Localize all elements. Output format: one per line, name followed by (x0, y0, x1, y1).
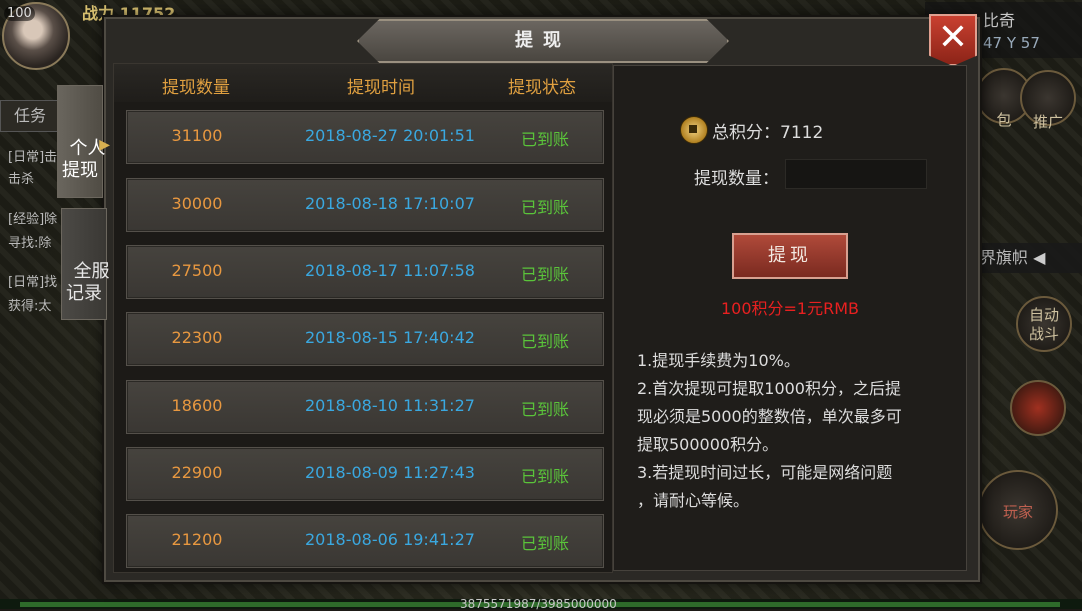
row-amount: 31100 (171, 126, 223, 145)
auto-battle-button[interactable]: 自动 战斗 (1016, 296, 1072, 352)
promo-label: 推广 (1032, 113, 1063, 131)
note-line: 现必须是5000的整数倍，单次最多可 (637, 407, 902, 426)
row-amount: 22300 (171, 328, 223, 347)
total-points: 总积分：7112 (712, 123, 824, 143)
auto-battle-label: 自动 战斗 (1028, 306, 1059, 343)
flag-label: 界旗帜 (980, 248, 1029, 267)
list-item: 21200 2018-08-06 19:41:27 已到账 (126, 514, 604, 568)
chevron-left-icon: ◀ (1033, 248, 1046, 267)
list-item: 30000 2018-08-18 17:10:07 已到账 (126, 178, 604, 232)
row-status: 已到账 (521, 534, 570, 553)
list-item: 22300 2018-08-15 17:40:42 已到账 (126, 312, 604, 366)
row-status: 已到账 (521, 130, 570, 149)
row-time: 2018-08-27 20:01:51 (305, 126, 475, 145)
task-tab[interactable]: 任务 (0, 100, 60, 132)
quest-log-line: [日常]击 (8, 150, 58, 165)
header-time: 提现时间 (347, 78, 415, 98)
note-line: 3.若提现时间过长，可能是网络问题 (637, 463, 893, 482)
map-coords: 47 Y 57 (983, 34, 1040, 52)
quest-log-line: 获得:太 (8, 299, 52, 314)
play-button[interactable]: 玩家 (978, 470, 1058, 550)
player-level: 100 (4, 6, 35, 21)
coin-icon (680, 116, 708, 144)
bag-label: 包 (996, 111, 1012, 129)
row-status: 已到账 (521, 198, 570, 217)
withdraw-history-list[interactable]: 提现数量 提现时间 提现状态 31100 2018-08-27 20:01:51… (113, 63, 613, 573)
withdraw-notes: 1.提现手续费为10%。 2.首次提现可提取1000积分，之后提 现必须是500… (637, 347, 953, 515)
map-name: 比奇 (983, 11, 1016, 30)
play-label: 玩家 (1002, 503, 1033, 521)
amount-label: 提现数量： (694, 169, 779, 189)
exchange-rate: 100积分=1元RMB (720, 299, 860, 318)
row-amount: 22900 (171, 463, 223, 482)
quest-log-line: 寻找:除 (8, 236, 52, 251)
dialog-title: 提现 (357, 19, 729, 63)
withdraw-button[interactable]: 提现 (732, 233, 848, 279)
row-time: 2018-08-09 11:27:43 (305, 463, 475, 482)
row-time: 2018-08-17 11:07:58 (305, 261, 475, 280)
header-amount: 提现数量 (162, 78, 230, 98)
tab-server-records[interactable]: 全服 记录 (61, 208, 110, 320)
close-icon: ✕ (937, 17, 969, 58)
withdraw-form-panel: 总积分：7112 提现数量： 提现 100积分=1元RMB 1.提现手续费为10… (613, 65, 967, 571)
row-amount: 21200 (171, 530, 223, 549)
row-status: 已到账 (521, 400, 570, 419)
quest-log-line: 击杀 (8, 172, 35, 187)
note-line: 2.首次提现可提取1000积分，之后提 (637, 379, 901, 398)
quest-log-line: [日常]找 (8, 275, 58, 290)
attack-skill-button[interactable] (1010, 380, 1066, 436)
row-amount: 27500 (171, 261, 223, 280)
row-status: 已到账 (521, 467, 570, 486)
caret-right-icon: ▶ (99, 137, 110, 153)
tab-personal-withdraw[interactable]: 个人 提现 ▶ (57, 85, 110, 198)
quest-log-line: [经验]除 (8, 212, 58, 227)
note-line: 提取500000积分。 (637, 435, 779, 454)
row-time: 2018-08-18 17:10:07 (305, 194, 475, 213)
row-amount: 30000 (171, 194, 223, 213)
header-status: 提现状态 (508, 78, 576, 98)
list-item: 22900 2018-08-09 11:27:43 已到账 (126, 447, 604, 501)
close-button[interactable]: ✕ (929, 14, 977, 66)
row-time: 2018-08-06 19:41:27 (305, 530, 475, 549)
world-flag-button[interactable]: 界旗帜 ◀ (970, 243, 1082, 273)
list-header: 提现数量 提现时间 提现状态 (114, 64, 612, 102)
list-item: 31100 2018-08-27 20:01:51 已到账 (126, 110, 604, 164)
tab-label: 全服 记录 (66, 261, 110, 304)
row-amount: 18600 (171, 396, 223, 415)
note-line: ，请耐心等候。 (637, 491, 750, 510)
row-status: 已到账 (521, 332, 570, 351)
list-item: 18600 2018-08-10 11:31:27 已到账 (126, 380, 604, 434)
row-time: 2018-08-15 17:40:42 (305, 328, 475, 347)
amount-input[interactable] (785, 159, 927, 189)
row-status: 已到账 (521, 265, 570, 284)
note-line: 1.提现手续费为10%。 (637, 351, 800, 370)
list-item: 27500 2018-08-17 11:07:58 已到账 (126, 245, 604, 299)
promo-button[interactable]: 推广 (1020, 70, 1076, 131)
row-time: 2018-08-10 11:31:27 (305, 396, 475, 415)
